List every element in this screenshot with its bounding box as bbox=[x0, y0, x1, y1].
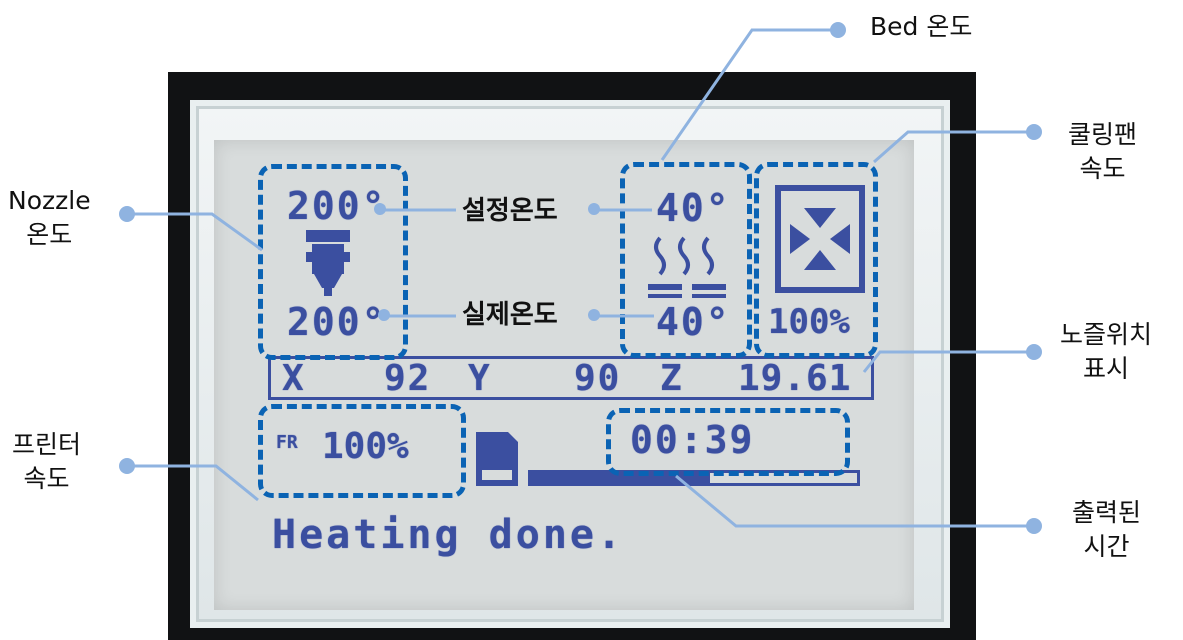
nozzle-temp-label-line1: Nozzle bbox=[8, 186, 91, 215]
nozzle-pos-label-line2: 표시 bbox=[1083, 354, 1130, 383]
print-speed-label-line1: 프린터 bbox=[12, 430, 82, 459]
set-temp-left-marker bbox=[374, 203, 386, 215]
print-speed-label-line2: 속도 bbox=[23, 464, 70, 493]
fan-speed-marker bbox=[1026, 124, 1042, 140]
nozzle-pos-label-line1: 노즐위치 bbox=[1060, 320, 1153, 349]
fan-speed-label: 쿨링팬 속도 bbox=[1068, 118, 1137, 186]
actual-temp-right-marker bbox=[588, 309, 600, 321]
actual-temp-left-marker bbox=[378, 309, 390, 321]
nozzle-pos-label: 노즐위치 표시 bbox=[1060, 318, 1152, 386]
fan-speed-label-line2: 속도 bbox=[1079, 154, 1126, 183]
actual-temp-label: 실제온도 bbox=[460, 298, 560, 332]
elapsed-time-label-line2: 시간 bbox=[1083, 532, 1130, 561]
nozzle-temp-label: Nozzle 온도 bbox=[8, 184, 91, 252]
nozzle-temp-label-line2: 온도 bbox=[26, 220, 73, 249]
print-speed-label: 프린터 속도 bbox=[12, 428, 81, 496]
set-temp-right-marker bbox=[588, 203, 600, 215]
fan-speed-label-line1: 쿨링팬 bbox=[1068, 120, 1138, 149]
bed-temp-marker bbox=[830, 22, 846, 38]
nozzle-pos-marker bbox=[1026, 344, 1042, 360]
print-speed-marker bbox=[119, 458, 135, 474]
elapsed-time-label-line1: 출력된 bbox=[1072, 498, 1142, 527]
bed-temp-label: Bed 온도 bbox=[870, 12, 973, 41]
nozzle-temp-marker bbox=[119, 206, 135, 222]
elapsed-time-label: 출력된 시간 bbox=[1072, 496, 1141, 564]
set-temp-label: 설정온도 bbox=[460, 194, 560, 228]
elapsed-time-marker bbox=[1026, 518, 1042, 534]
